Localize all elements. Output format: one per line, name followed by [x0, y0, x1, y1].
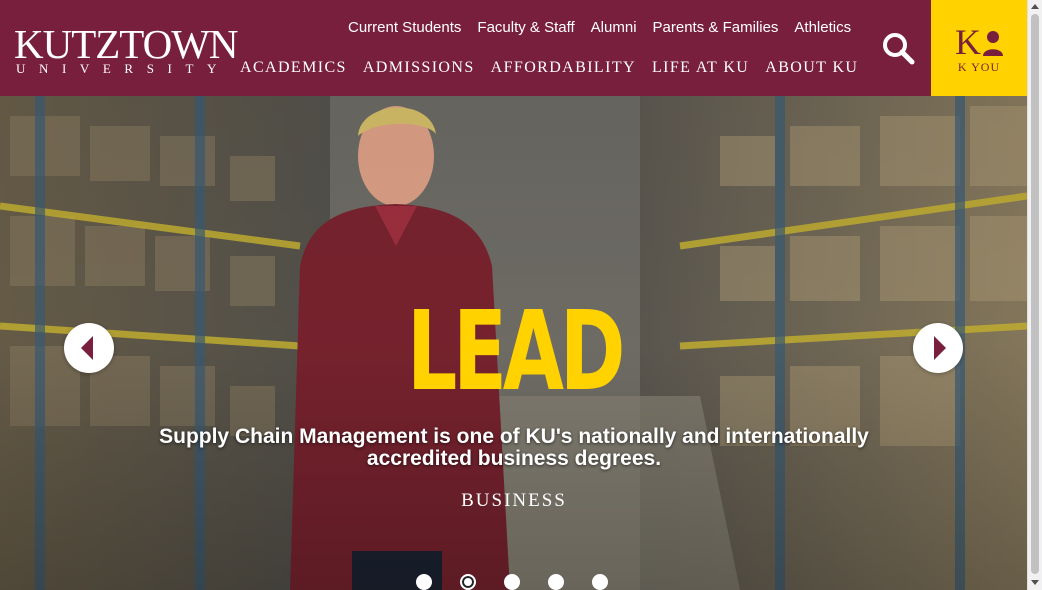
- site-header: KUTZTOWN UNIVERSITY Current Students Fac…: [0, 0, 1027, 96]
- hero-headline: LEAD: [406, 287, 626, 415]
- utility-nav: Current Students Faculty & Staff Alumni …: [340, 18, 859, 38]
- k-you-label: K YOU: [957, 60, 1001, 74]
- scroll-down-arrow-icon[interactable]: [1031, 580, 1039, 585]
- util-link-parents-families[interactable]: Parents & Families: [645, 18, 787, 38]
- hero-category-link[interactable]: BUSINESS: [360, 490, 668, 512]
- scroll-up-arrow-icon[interactable]: [1031, 4, 1039, 9]
- carousel-dot-4[interactable]: [548, 574, 564, 590]
- chevron-right-icon: [934, 336, 946, 360]
- carousel-next-button[interactable]: [913, 323, 963, 373]
- k-you-logo: K: [955, 22, 1003, 60]
- nav-academics[interactable]: ACADEMICS: [232, 58, 355, 78]
- nav-about-ku[interactable]: ABOUT KU: [757, 58, 866, 78]
- hero-caption: Supply Chain Management is one of KU's n…: [159, 425, 869, 470]
- chevron-left-icon: [81, 336, 93, 360]
- carousel-pagination: [416, 574, 636, 590]
- carousel-dot-3[interactable]: [504, 574, 520, 590]
- util-link-alumni[interactable]: Alumni: [583, 18, 645, 38]
- util-link-current-students[interactable]: Current Students: [340, 18, 469, 38]
- k-you-button[interactable]: K K YOU: [931, 0, 1027, 96]
- carousel-dot-2-active[interactable]: [460, 574, 476, 590]
- hero-carousel: LEAD Supply Chain Management is one of K…: [0, 96, 1027, 590]
- nav-admissions[interactable]: ADMISSIONS: [355, 58, 483, 78]
- page-scrollbar[interactable]: [1027, 0, 1042, 590]
- search-icon: [883, 33, 915, 65]
- scrollbar-thumb[interactable]: [1031, 14, 1039, 574]
- search-button[interactable]: [878, 28, 918, 68]
- carousel-dot-5[interactable]: [592, 574, 608, 590]
- kutztown-logo[interactable]: KUTZTOWN UNIVERSITY: [14, 22, 239, 80]
- nav-life-at-ku[interactable]: LIFE AT KU: [644, 58, 757, 78]
- nav-affordability[interactable]: AFFORDABILITY: [483, 58, 644, 78]
- main-nav: ACADEMICS ADMISSIONS AFFORDABILITY LIFE …: [232, 58, 866, 78]
- util-link-athletics[interactable]: Athletics: [786, 18, 859, 38]
- carousel-prev-button[interactable]: [64, 323, 114, 373]
- util-link-faculty-staff[interactable]: Faculty & Staff: [469, 18, 582, 38]
- logo-subtitle: UNIVERSITY: [16, 61, 230, 76]
- carousel-dot-1[interactable]: [416, 574, 432, 590]
- svg-text:K: K: [955, 22, 981, 60]
- logo-wordmark: KUTZTOWN: [14, 21, 239, 67]
